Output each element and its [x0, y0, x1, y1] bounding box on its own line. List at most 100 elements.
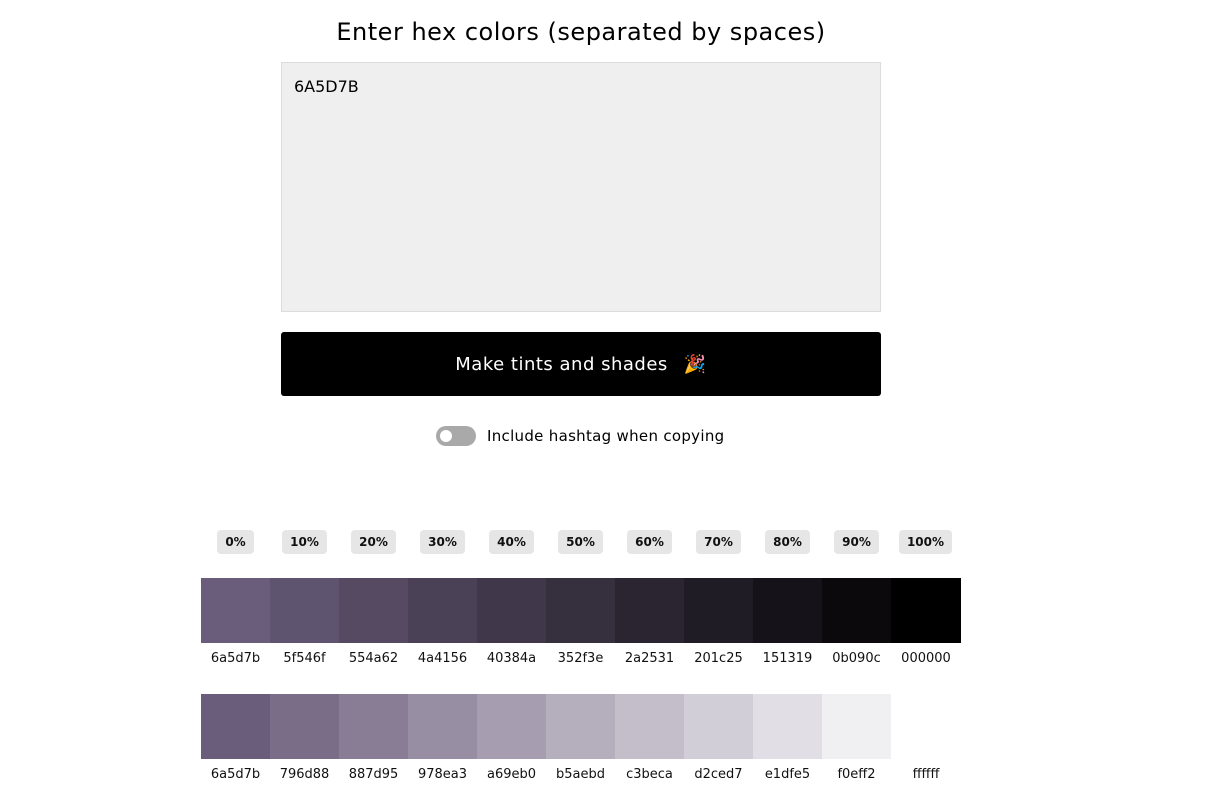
- percentage-cell: 50%: [546, 530, 615, 554]
- tint-hex-label[interactable]: e1dfe5: [765, 767, 810, 782]
- tint-swatch-cell[interactable]: e1dfe5: [753, 694, 822, 782]
- tint-swatch-cell[interactable]: 796d88: [270, 694, 339, 782]
- shade-hex-label[interactable]: 4a4156: [418, 651, 467, 666]
- percentage-badge: 10%: [282, 530, 327, 554]
- tint-swatch-cell[interactable]: 6a5d7b: [201, 694, 270, 782]
- tints-row: 6a5d7b 796d88 887d95 978ea3 a69eb0 b5aebd c3be…: [201, 694, 961, 782]
- make-button-label: Make tints and shades: [455, 353, 668, 375]
- percentage-cell: 80%: [753, 530, 822, 554]
- tint-color-swatch[interactable]: [339, 694, 408, 759]
- percentage-cell: 70%: [684, 530, 753, 554]
- tint-hex-label[interactable]: 887d95: [349, 767, 399, 782]
- tint-hex-label[interactable]: a69eb0: [487, 767, 536, 782]
- tint-color-swatch[interactable]: [822, 694, 891, 759]
- tint-color-swatch[interactable]: [891, 694, 961, 759]
- tint-color-swatch[interactable]: [615, 694, 684, 759]
- shade-hex-label[interactable]: 000000: [901, 651, 951, 666]
- tint-color-swatch[interactable]: [684, 694, 753, 759]
- tint-color-swatch[interactable]: [753, 694, 822, 759]
- shade-swatch-cell[interactable]: 2a2531: [615, 578, 684, 666]
- shade-hex-label[interactable]: 2a2531: [625, 651, 674, 666]
- percentage-cell: 0%: [201, 530, 270, 554]
- shade-swatch-cell[interactable]: 4a4156: [408, 578, 477, 666]
- shade-hex-label[interactable]: 0b090c: [832, 651, 880, 666]
- page-title: Enter hex colors (separated by spaces): [336, 18, 826, 46]
- shade-hex-label[interactable]: 6a5d7b: [211, 651, 260, 666]
- percentage-cell: 20%: [339, 530, 408, 554]
- shade-color-swatch[interactable]: [339, 578, 408, 643]
- shade-swatch-cell[interactable]: 40384a: [477, 578, 546, 666]
- tint-hex-label[interactable]: 978ea3: [418, 767, 467, 782]
- percentage-badge: 70%: [696, 530, 741, 554]
- tint-hex-label[interactable]: f0eff2: [837, 767, 875, 782]
- shade-color-swatch[interactable]: [753, 578, 822, 643]
- shade-hex-label[interactable]: 352f3e: [558, 651, 604, 666]
- tint-color-swatch[interactable]: [270, 694, 339, 759]
- tint-hex-label[interactable]: ffffff: [913, 767, 940, 782]
- percentage-badge: 20%: [351, 530, 396, 554]
- percentage-badge: 100%: [898, 530, 953, 554]
- tint-hex-label[interactable]: d2ced7: [694, 767, 742, 782]
- tint-swatch-cell[interactable]: f0eff2: [822, 694, 891, 782]
- percentage-cell: 90%: [822, 530, 891, 554]
- shade-color-swatch[interactable]: [546, 578, 615, 643]
- tint-swatch-cell[interactable]: c3beca: [615, 694, 684, 782]
- tint-hex-label[interactable]: 796d88: [280, 767, 330, 782]
- shade-color-swatch[interactable]: [684, 578, 753, 643]
- percentage-cell: 30%: [408, 530, 477, 554]
- shade-swatch-cell[interactable]: 352f3e: [546, 578, 615, 666]
- tint-swatch-cell[interactable]: 887d95: [339, 694, 408, 782]
- percentage-badge: 80%: [765, 530, 810, 554]
- percentage-badge: 90%: [834, 530, 879, 554]
- tint-hex-label[interactable]: 6a5d7b: [211, 767, 260, 782]
- hashtag-toggle[interactable]: [436, 426, 476, 446]
- shade-swatch-cell[interactable]: 5f546f: [270, 578, 339, 666]
- percentage-cell: 60%: [615, 530, 684, 554]
- tint-swatch-cell[interactable]: d2ced7: [684, 694, 753, 782]
- shade-hex-label[interactable]: 5f546f: [283, 651, 325, 666]
- percentage-badge: 50%: [558, 530, 603, 554]
- shade-swatch-cell[interactable]: 554a62: [339, 578, 408, 666]
- shade-color-swatch[interactable]: [615, 578, 684, 643]
- shade-color-swatch[interactable]: [201, 578, 270, 643]
- tint-hex-label[interactable]: c3beca: [626, 767, 673, 782]
- percentage-badge: 30%: [420, 530, 465, 554]
- tint-color-swatch[interactable]: [477, 694, 546, 759]
- shade-color-swatch[interactable]: [270, 578, 339, 643]
- shade-hex-label[interactable]: 40384a: [487, 651, 536, 666]
- make-tints-shades-button[interactable]: Make tints and shades 🎉: [281, 332, 881, 396]
- tint-swatch-cell[interactable]: b5aebd: [546, 694, 615, 782]
- tint-color-swatch[interactable]: [201, 694, 270, 759]
- hashtag-toggle-row: Include hashtag when copying: [436, 426, 724, 446]
- party-popper-icon: 🎉: [683, 353, 707, 375]
- shade-color-swatch[interactable]: [408, 578, 477, 643]
- percentage-row: 0% 10% 20% 30% 40% 50% 60% 70% 80% 90% 100%: [201, 530, 960, 554]
- shades-row: 6a5d7b 5f546f 554a62 4a4156 40384a 352f3e 2a25…: [201, 578, 961, 666]
- percentage-cell: 10%: [270, 530, 339, 554]
- percentage-badge: 40%: [489, 530, 534, 554]
- shade-swatch-cell[interactable]: 0b090c: [822, 578, 891, 666]
- shade-swatch-cell[interactable]: 201c25: [684, 578, 753, 666]
- tint-swatch-cell[interactable]: 978ea3: [408, 694, 477, 782]
- tint-swatch-cell[interactable]: a69eb0: [477, 694, 546, 782]
- shade-color-swatch[interactable]: [822, 578, 891, 643]
- percentage-cell: 40%: [477, 530, 546, 554]
- hashtag-toggle-label: Include hashtag when copying: [487, 427, 725, 445]
- percentage-cell: 100%: [891, 530, 960, 554]
- tint-color-swatch[interactable]: [408, 694, 477, 759]
- shade-swatch-cell[interactable]: 000000: [891, 578, 961, 666]
- toggle-knob: [440, 430, 452, 442]
- hex-colors-input[interactable]: [281, 62, 881, 312]
- shade-swatch-cell[interactable]: 151319: [753, 578, 822, 666]
- tint-swatch-cell[interactable]: ffffff: [891, 694, 961, 782]
- shade-color-swatch[interactable]: [477, 578, 546, 643]
- percentage-badge: 60%: [627, 530, 672, 554]
- percentage-badge: 0%: [217, 530, 254, 554]
- shade-hex-label[interactable]: 201c25: [694, 651, 743, 666]
- shade-color-swatch[interactable]: [891, 578, 961, 643]
- shade-swatch-cell[interactable]: 6a5d7b: [201, 578, 270, 666]
- tint-color-swatch[interactable]: [546, 694, 615, 759]
- tint-hex-label[interactable]: b5aebd: [556, 767, 605, 782]
- shade-hex-label[interactable]: 554a62: [349, 651, 398, 666]
- shade-hex-label[interactable]: 151319: [763, 651, 813, 666]
